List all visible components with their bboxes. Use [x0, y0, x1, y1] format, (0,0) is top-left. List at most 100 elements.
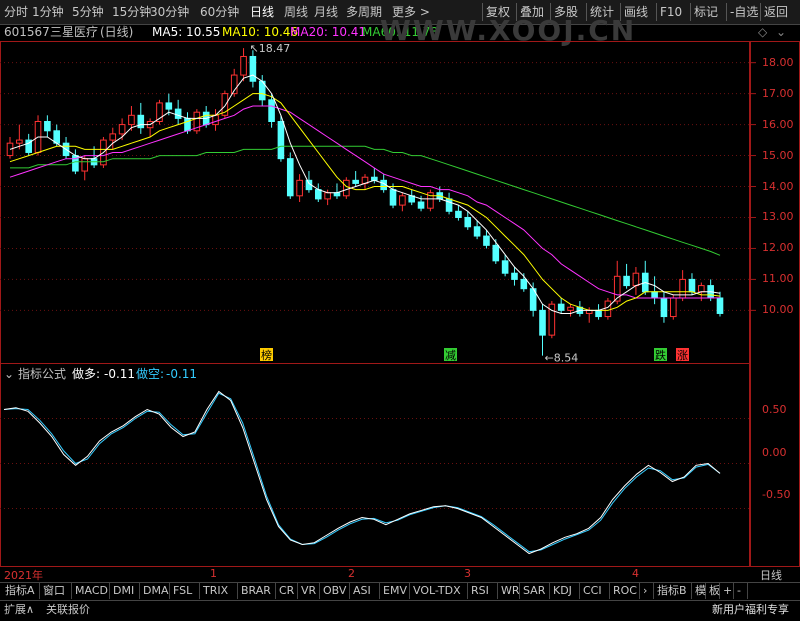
candle-body — [324, 192, 331, 200]
osc-axis-tick: -0.50 — [762, 488, 791, 501]
indicator-tab[interactable]: KDJ — [550, 583, 580, 599]
candle-body — [501, 260, 509, 274]
indicator-frame — [0, 363, 750, 567]
indicator-tab[interactable]: BRAR — [238, 583, 276, 599]
indicator-tab[interactable]: OBV — [320, 583, 350, 599]
indicator-short-value: -0.11 — [166, 367, 198, 381]
high-price-label: ↖18.47 — [250, 42, 291, 55]
price-axis-tick: 18.00 — [762, 55, 794, 69]
candle-body — [352, 179, 359, 184]
indicator-long-label: 做多: — [72, 367, 101, 381]
price-axis-tick: 11.00 — [762, 272, 794, 286]
indicator-tab[interactable]: 窗口 — [40, 583, 72, 599]
candle-body — [118, 124, 126, 135]
indicator-tab[interactable]: MACD — [72, 583, 110, 599]
indicator-tab[interactable]: 指标A — [2, 583, 40, 599]
candle-body — [314, 189, 322, 200]
candle-body — [286, 158, 294, 197]
promo-link[interactable]: 新用户福利专享 — [712, 602, 789, 618]
candle-body — [669, 297, 677, 318]
indicator-tab[interactable]: 模 — [692, 583, 706, 599]
candle-body — [389, 189, 397, 206]
candle-body — [595, 309, 602, 318]
indicator-tab[interactable]: VR — [298, 583, 320, 599]
low-price-label: ←8.54 — [545, 352, 579, 365]
indicator-tab[interactable]: 指标B — [654, 583, 692, 599]
candle-body — [343, 179, 350, 197]
ma20-line — [9, 105, 721, 299]
price-axis-tick: 14.00 — [762, 179, 794, 193]
candle-body — [277, 121, 285, 160]
candle-body — [539, 309, 546, 336]
kline-chart[interactable]: ↖18.47 ←8.54 榜 减 跌涨 — [0, 0, 800, 620]
indicator-tab[interactable]: 板 — [706, 583, 720, 599]
related-quotes-button[interactable]: 关联报价 — [46, 602, 90, 618]
time-label: 3 — [464, 567, 471, 580]
candle-body — [445, 198, 453, 212]
indicator-tab[interactable]: CR — [276, 583, 298, 599]
period-indicator[interactable]: 日线 — [760, 567, 782, 583]
time-label: 1 — [210, 567, 217, 580]
indicator-tab[interactable]: RSI — [468, 583, 498, 599]
event-marker-label: 榜 — [261, 348, 272, 362]
candle-body — [613, 275, 621, 302]
main-frame — [0, 41, 750, 364]
ma10-line — [9, 93, 721, 311]
candle-body — [632, 272, 640, 287]
indicator-tab[interactable]: WR — [498, 583, 520, 599]
candle-body — [660, 297, 668, 318]
candle-body — [511, 272, 518, 280]
indicator-tab[interactable]: VOL-TDX — [410, 583, 468, 599]
indicator-tab[interactable]: - — [734, 583, 748, 599]
candle-body — [137, 114, 145, 129]
indicator-tab[interactable]: FSL — [170, 583, 200, 599]
candle-body — [16, 139, 23, 144]
osc-axis-tick: 0.50 — [762, 403, 787, 416]
candle-body — [184, 117, 191, 132]
time-label: 4 — [632, 567, 639, 580]
indicator-tab[interactable]: + — [720, 583, 734, 599]
indicator-tab[interactable]: CCI — [580, 583, 610, 599]
price-axis-tick: 17.00 — [762, 86, 794, 100]
candle-body — [296, 179, 303, 197]
candle-body — [174, 108, 182, 119]
candle-body — [109, 133, 117, 141]
candle-body — [165, 102, 173, 110]
candle-body — [44, 121, 51, 132]
indicator-tab[interactable]: ASI — [350, 583, 380, 599]
candle-body — [492, 244, 500, 262]
ma60-line — [10, 145, 721, 256]
indicator-tab[interactable]: TRIX — [200, 583, 238, 599]
candle-body — [557, 303, 565, 311]
event-marker-label: 跌 — [655, 348, 666, 362]
candle-body — [249, 55, 257, 82]
expand-button[interactable]: 扩展∧ — [4, 602, 34, 618]
status-bar — [0, 600, 800, 621]
indicator-tab[interactable]: DMA — [140, 583, 170, 599]
candle-body — [651, 291, 658, 299]
indicator-title[interactable]: 指标公式 — [18, 366, 66, 382]
indicator-collapse-icon[interactable]: ⌄ — [4, 366, 14, 382]
indicator-tab[interactable]: ROC — [610, 583, 640, 599]
candle-body — [688, 278, 696, 293]
candle-body — [464, 216, 472, 228]
indicator-tab[interactable]: › — [640, 583, 654, 599]
indicator-tab[interactable]: EMV — [380, 583, 410, 599]
time-label: 2021年 — [4, 569, 43, 582]
candle-body — [716, 297, 724, 314]
event-marker-label: 涨 — [677, 349, 688, 362]
osc-short-line — [3, 392, 721, 553]
indicator-tab[interactable]: SAR — [520, 583, 550, 599]
candle-body — [240, 55, 247, 76]
candle-body — [212, 114, 219, 126]
price-axis-tick: 13.00 — [762, 210, 794, 224]
candle-body — [417, 201, 425, 209]
price-axis-tick: 15.00 — [762, 148, 794, 162]
candle-body — [399, 195, 406, 206]
candle-body — [455, 210, 462, 218]
indicator-short-label: 做空: — [136, 367, 165, 381]
indicator-tab[interactable]: DMI — [110, 583, 140, 599]
indicator-long-value: -0.11 — [104, 367, 136, 381]
candle-body — [520, 278, 528, 290]
event-marker-label: 减 — [445, 349, 456, 362]
